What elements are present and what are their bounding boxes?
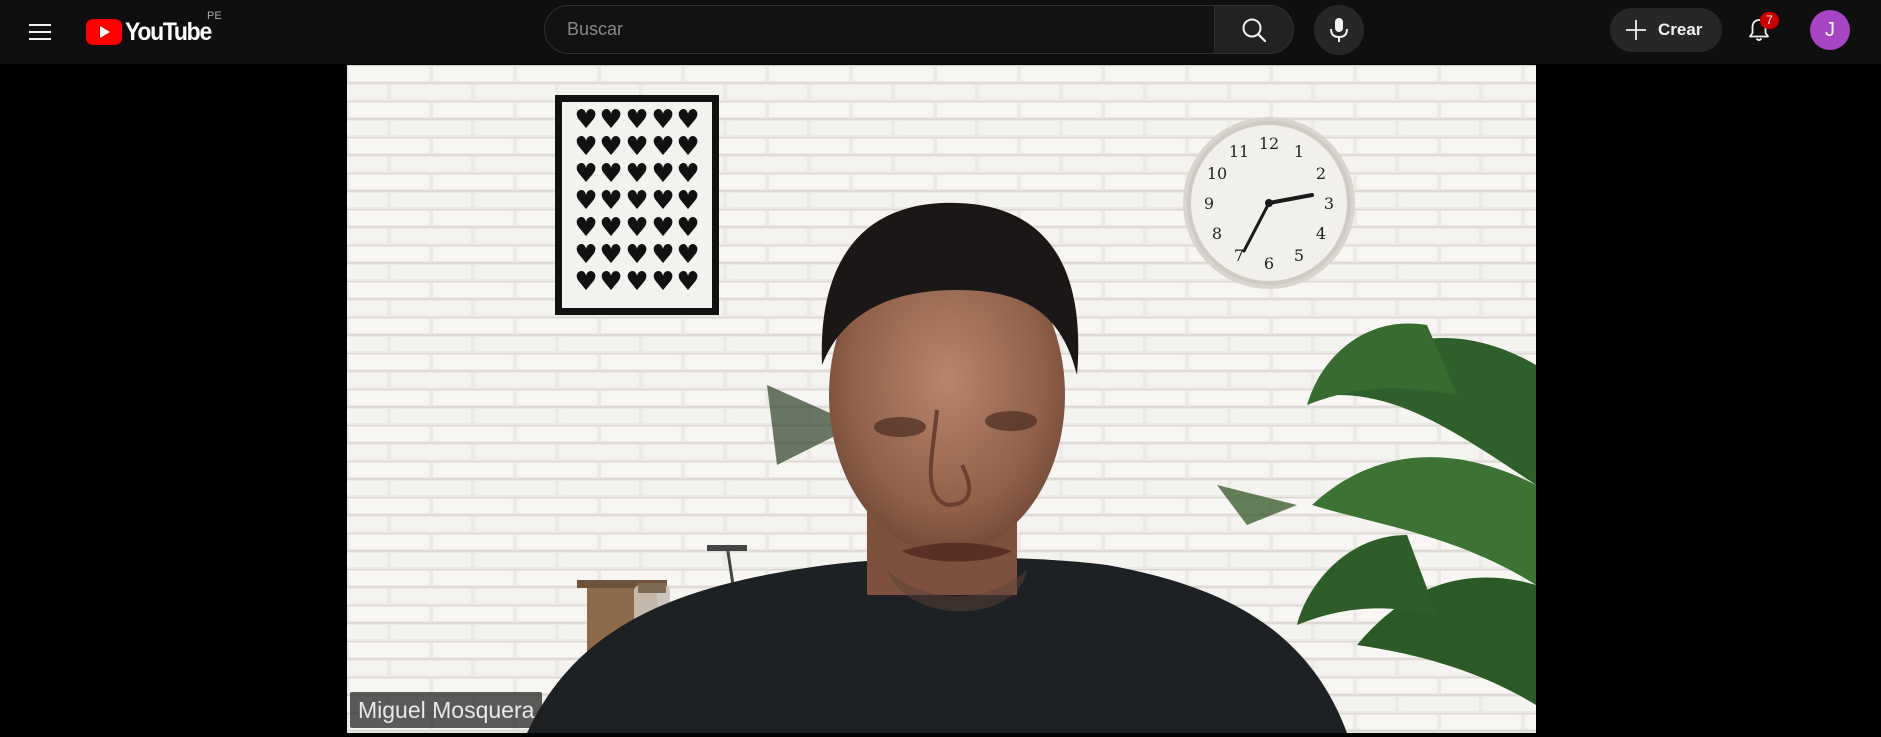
svg-text:♥: ♥ [676, 240, 699, 270]
clock-numeral: 8 [1212, 224, 1222, 243]
svg-text:♥: ♥ [574, 240, 597, 270]
avatar[interactable]: J [1810, 10, 1850, 50]
clock-numeral: 12 [1259, 134, 1279, 153]
svg-text:♥: ♥ [625, 267, 648, 297]
participant-name-tag: Miguel Mosquera [350, 692, 543, 728]
clock-numeral: 11 [1229, 142, 1249, 161]
clock-numeral: 9 [1204, 194, 1214, 213]
svg-text:♥: ♥ [676, 186, 699, 216]
menu-button[interactable] [20, 12, 60, 52]
svg-text:♥: ♥ [651, 186, 674, 216]
svg-text:♥: ♥ [651, 213, 674, 243]
svg-text:♥: ♥ [599, 159, 622, 189]
clock-numeral: 1 [1294, 142, 1304, 161]
svg-text:♥: ♥ [651, 159, 674, 189]
youtube-logo-link[interactable]: YouTube [86, 16, 218, 48]
svg-text:♥: ♥ [676, 105, 699, 135]
clock-numeral: 7 [1234, 246, 1244, 265]
clock-numeral: 4 [1316, 224, 1326, 243]
search-button[interactable] [1214, 5, 1294, 54]
svg-text:♥: ♥ [574, 159, 597, 189]
svg-text:♥: ♥ [599, 132, 622, 162]
logo-wordmark: YouTube [125, 17, 212, 46]
svg-text:♥: ♥ [574, 132, 597, 162]
svg-text:♥: ♥ [625, 159, 648, 189]
svg-text:♥: ♥ [676, 159, 699, 189]
microphone-icon [1330, 18, 1348, 42]
plus-icon [1626, 20, 1646, 40]
hamburger-menu-icon [29, 24, 51, 40]
search-box [544, 5, 1215, 54]
svg-text:♥: ♥ [625, 186, 648, 216]
masthead: YouTube PE Crear 7 J [0, 0, 1881, 64]
svg-text:♥: ♥ [625, 213, 648, 243]
svg-text:♥: ♥ [574, 267, 597, 297]
notifications-button[interactable]: 7 [1737, 8, 1781, 52]
wall-clock: 12 12 3 45 6 78 9 1011 [1183, 117, 1355, 289]
clock-numeral: 3 [1324, 194, 1334, 213]
svg-text:♥: ♥ [676, 267, 699, 297]
video-player[interactable]: ♥ ♥ ♥ ♥ ♥ ♥ ♥ ♥ ♥ ♥ ♥ ♥ ♥ ♥ ♥ ♥ ♥ ♥ ♥ ♥ ♥ ♥ ♥ ♥ ♥ ♥ ♥ ♥ ♥ ♥ ♥ ♥ ♥ ♥… [347, 65, 1536, 733]
svg-text:♥: ♥ [625, 132, 648, 162]
notifications-badge: 7 [1760, 12, 1779, 29]
svg-text:♥: ♥ [676, 132, 699, 162]
video-frame: ♥ ♥ ♥ ♥ ♥ ♥ ♥ ♥ ♥ ♥ ♥ ♥ ♥ ♥ ♥ ♥ ♥ ♥ ♥ ♥ ♥ ♥ ♥ ♥ ♥ ♥ ♥ ♥ ♥ ♥ ♥ ♥ ♥ ♥… [347, 65, 1536, 733]
create-button[interactable]: Crear [1610, 8, 1722, 52]
svg-text:♥: ♥ [599, 105, 622, 135]
svg-text:♥: ♥ [599, 213, 622, 243]
svg-text:♥: ♥ [574, 213, 597, 243]
voice-search-button[interactable] [1314, 5, 1364, 55]
svg-text:♥: ♥ [574, 105, 597, 135]
svg-text:♥: ♥ [651, 240, 674, 270]
svg-text:♥: ♥ [574, 186, 597, 216]
svg-text:♥: ♥ [599, 186, 622, 216]
clock-numeral: 5 [1294, 246, 1304, 265]
heart-picture-frame: ♥ ♥ ♥ ♥ ♥ ♥ ♥ ♥ ♥ ♥ ♥ ♥ ♥ ♥ ♥ ♥ ♥ ♥ ♥ ♥ ♥ ♥ ♥ ♥ ♥ ♥ ♥ ♥ ♥ ♥ ♥ ♥ ♥ ♥… [555, 95, 719, 315]
svg-text:♥: ♥ [599, 267, 622, 297]
clock-numeral: 2 [1316, 164, 1326, 183]
search-input[interactable] [565, 18, 1215, 41]
svg-text:♥: ♥ [651, 267, 674, 297]
svg-text:♥: ♥ [676, 213, 699, 243]
clock-numeral: 10 [1207, 164, 1227, 183]
clock-numeral: 6 [1264, 254, 1274, 273]
svg-text:♥: ♥ [625, 105, 648, 135]
svg-text:♥: ♥ [651, 105, 674, 135]
svg-text:♥: ♥ [625, 240, 648, 270]
svg-text:♥: ♥ [599, 240, 622, 270]
create-label: Crear [1658, 20, 1703, 39]
search-icon [1242, 18, 1267, 42]
country-code: PE [207, 10, 222, 22]
svg-text:♥: ♥ [651, 132, 674, 162]
youtube-play-icon [86, 19, 122, 45]
